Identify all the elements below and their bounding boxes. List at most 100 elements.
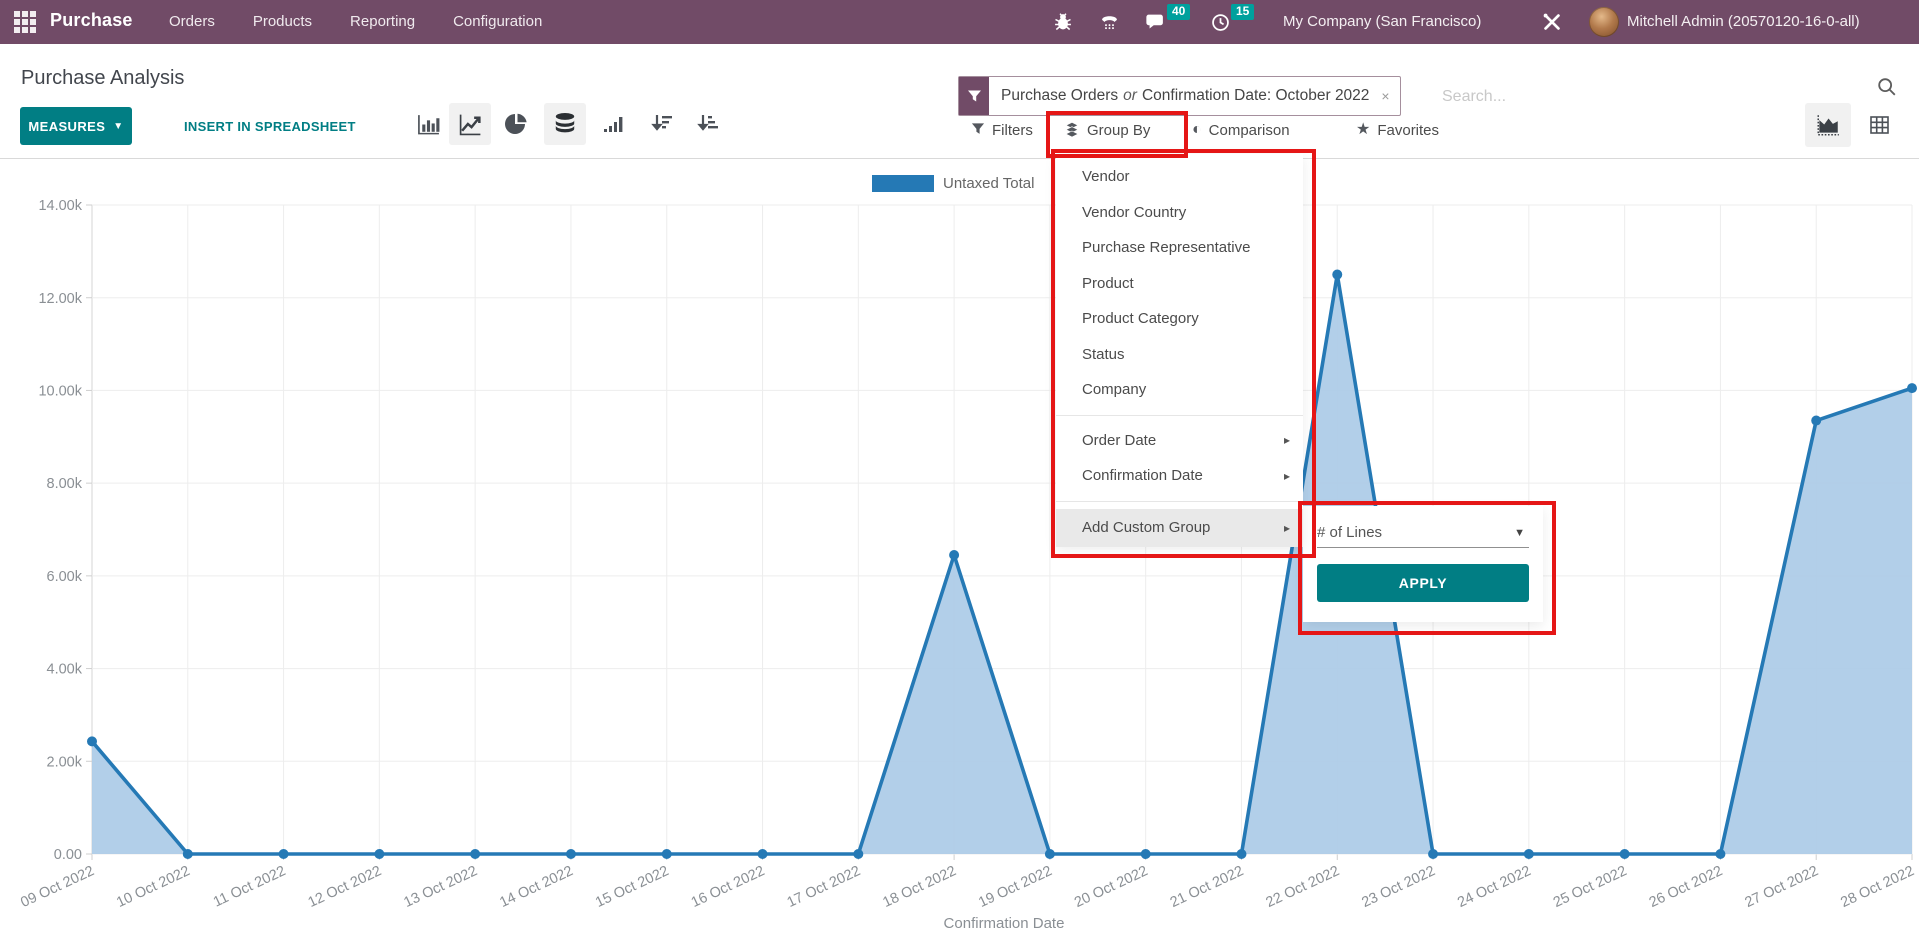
menu-item-vendor[interactable]: Vendor	[1056, 159, 1303, 195]
control-panel-divider	[0, 158, 1919, 159]
top-menu: OrdersProductsReportingConfiguration	[150, 0, 561, 44]
page-title: Purchase Analysis	[21, 67, 184, 90]
svg-text:13 Oct 2022: 13 Oct 2022	[401, 863, 479, 911]
menu-item-company[interactable]: Company	[1056, 372, 1303, 408]
pivot-view-switcher-icon[interactable]	[1856, 103, 1902, 147]
group-by-button[interactable]: Group By	[1064, 117, 1150, 143]
messages-icon[interactable]	[1144, 11, 1168, 33]
legend-label: Untaxed Total	[943, 175, 1034, 192]
svg-text:4.00k: 4.00k	[47, 662, 83, 678]
favorites-button[interactable]: ★ Favorites	[1356, 117, 1439, 143]
svg-text:22 Oct 2022: 22 Oct 2022	[1264, 863, 1342, 911]
svg-text:21 Oct 2022: 21 Oct 2022	[1168, 863, 1246, 911]
app-name[interactable]: Purchase	[50, 10, 133, 31]
svg-text:6.00k: 6.00k	[47, 569, 83, 585]
menu-item-purchase-representative[interactable]: Purchase Representative	[1056, 230, 1303, 266]
menu-item-status[interactable]: Status	[1056, 337, 1303, 373]
activities-clock-icon[interactable]	[1208, 11, 1232, 33]
filter-funnel-icon	[971, 122, 985, 139]
group-by-dropdown-menu: VendorVendor CountryPurchase Representat…	[1056, 154, 1303, 545]
svg-text:25 Oct 2022: 25 Oct 2022	[1551, 863, 1629, 911]
svg-text:28 Oct 2022: 28 Oct 2022	[1838, 863, 1916, 911]
facet-label: Purchase Orders or Confirmation Date: Oc…	[989, 77, 1377, 115]
svg-text:0.00: 0.00	[54, 847, 82, 863]
user-menu[interactable]: Mitchell Admin (20570120-16-0-all)	[1627, 0, 1860, 44]
facet-remove-icon[interactable]: ×	[1377, 77, 1399, 115]
svg-text:14.00k: 14.00k	[38, 198, 82, 214]
facet-filter-icon	[959, 77, 989, 115]
svg-text:19 Oct 2022: 19 Oct 2022	[976, 863, 1054, 911]
svg-text:2.00k: 2.00k	[47, 754, 83, 770]
graph-view-switcher-icon[interactable]	[1805, 103, 1851, 147]
caret-down-icon: ▼	[1514, 527, 1525, 539]
svg-text:16 Oct 2022: 16 Oct 2022	[689, 863, 767, 911]
menu-divider	[1056, 501, 1303, 502]
search-input[interactable]	[1440, 82, 1774, 112]
activities-count-badge[interactable]: 15	[1231, 4, 1254, 20]
topmenu-orders[interactable]: Orders	[150, 0, 234, 44]
svg-text:26 Oct 2022: 26 Oct 2022	[1647, 863, 1725, 911]
facet-prefix: Purchase Orders	[1001, 87, 1118, 105]
facet-suffix: Confirmation Date: October 2022	[1142, 87, 1369, 105]
svg-text:09 Oct 2022: 09 Oct 2022	[18, 863, 96, 911]
measures-button[interactable]: MEASURES▼	[20, 107, 132, 145]
top-navbar: Purchase OrdersProductsReportingConfigur…	[0, 0, 1919, 44]
layers-icon	[1064, 121, 1080, 140]
half-circle-icon: ◐	[1192, 122, 1202, 138]
menu-item-add-custom-group[interactable]: Add Custom Group ▸	[1056, 509, 1303, 547]
svg-text:18 Oct 2022: 18 Oct 2022	[880, 863, 958, 911]
sort-ascending-icon[interactable]	[687, 103, 729, 145]
svg-text:14 Oct 2022: 14 Oct 2022	[497, 863, 575, 911]
svg-text:10.00k: 10.00k	[38, 384, 82, 400]
legend-swatch	[872, 175, 934, 192]
cumulative-bars-icon[interactable]	[593, 103, 635, 145]
debug-bug-icon[interactable]	[1051, 11, 1075, 33]
svg-text:20 Oct 2022: 20 Oct 2022	[1072, 863, 1150, 911]
custom-group-field-select[interactable]: # of Lines ▼	[1317, 518, 1529, 548]
search-facet[interactable]: Purchase Orders or Confirmation Date: Oc…	[958, 76, 1401, 116]
facet-or: or	[1118, 87, 1142, 105]
topmenu-products[interactable]: Products	[234, 0, 331, 44]
svg-text:23 Oct 2022: 23 Oct 2022	[1359, 863, 1437, 911]
search-icon[interactable]	[1876, 76, 1898, 103]
line-chart-view-icon[interactable]	[449, 103, 491, 145]
apps-grid-icon[interactable]	[14, 11, 36, 33]
menu-divider	[1056, 415, 1303, 416]
sort-descending-icon[interactable]	[641, 103, 683, 145]
custom-group-panel: # of Lines ▼ APPLY	[1303, 506, 1543, 622]
voip-phone-icon[interactable]	[1097, 11, 1121, 33]
pie-chart-view-icon[interactable]	[495, 103, 537, 145]
svg-text:15 Oct 2022: 15 Oct 2022	[593, 863, 671, 911]
comparison-button[interactable]: ◐ Comparison	[1192, 117, 1290, 143]
svg-text:27 Oct 2022: 27 Oct 2022	[1743, 863, 1821, 911]
star-icon: ★	[1356, 122, 1370, 138]
svg-text:17 Oct 2022: 17 Oct 2022	[785, 863, 863, 911]
chart-legend[interactable]: Untaxed Total	[872, 175, 1034, 192]
insert-in-spreadsheet-button[interactable]: INSERT IN SPREADSHEET	[178, 107, 362, 145]
chevron-right-icon: ▸	[1284, 433, 1290, 447]
menu-item-order-date[interactable]: Order Date▸	[1056, 423, 1303, 459]
filters-button[interactable]: Filters	[971, 117, 1033, 143]
chevron-right-icon: ▸	[1284, 521, 1290, 535]
svg-text:12.00k: 12.00k	[38, 291, 82, 307]
svg-text:24 Oct 2022: 24 Oct 2022	[1455, 863, 1533, 911]
stacked-toggle-icon[interactable]	[544, 103, 586, 145]
topmenu-reporting[interactable]: Reporting	[331, 0, 434, 44]
svg-text:10 Oct 2022: 10 Oct 2022	[114, 863, 192, 911]
messages-count-badge[interactable]: 40	[1167, 4, 1190, 20]
menu-item-product[interactable]: Product	[1056, 266, 1303, 302]
bar-chart-view-icon[interactable]	[407, 103, 449, 145]
caret-down-icon: ▼	[113, 121, 123, 132]
menu-item-product-category[interactable]: Product Category	[1056, 301, 1303, 337]
menu-item-confirmation-date[interactable]: Confirmation Date▸	[1056, 458, 1303, 494]
area-chart[interactable]: 0.002.00k4.00k6.00k8.00k10.00k12.00k14.0…	[0, 160, 1919, 937]
topmenu-configuration[interactable]: Configuration	[434, 0, 561, 44]
company-switcher[interactable]: My Company (San Francisco)	[1283, 0, 1481, 44]
svg-text:11 Oct 2022: 11 Oct 2022	[211, 863, 288, 910]
svg-text:Confirmation Date: Confirmation Date	[944, 915, 1065, 932]
svg-text:12 Oct 2022: 12 Oct 2022	[306, 863, 384, 911]
menu-item-vendor-country[interactable]: Vendor Country	[1056, 195, 1303, 231]
tools-icon[interactable]	[1540, 11, 1564, 33]
apply-button[interactable]: APPLY	[1317, 564, 1529, 602]
user-avatar[interactable]	[1589, 7, 1619, 37]
